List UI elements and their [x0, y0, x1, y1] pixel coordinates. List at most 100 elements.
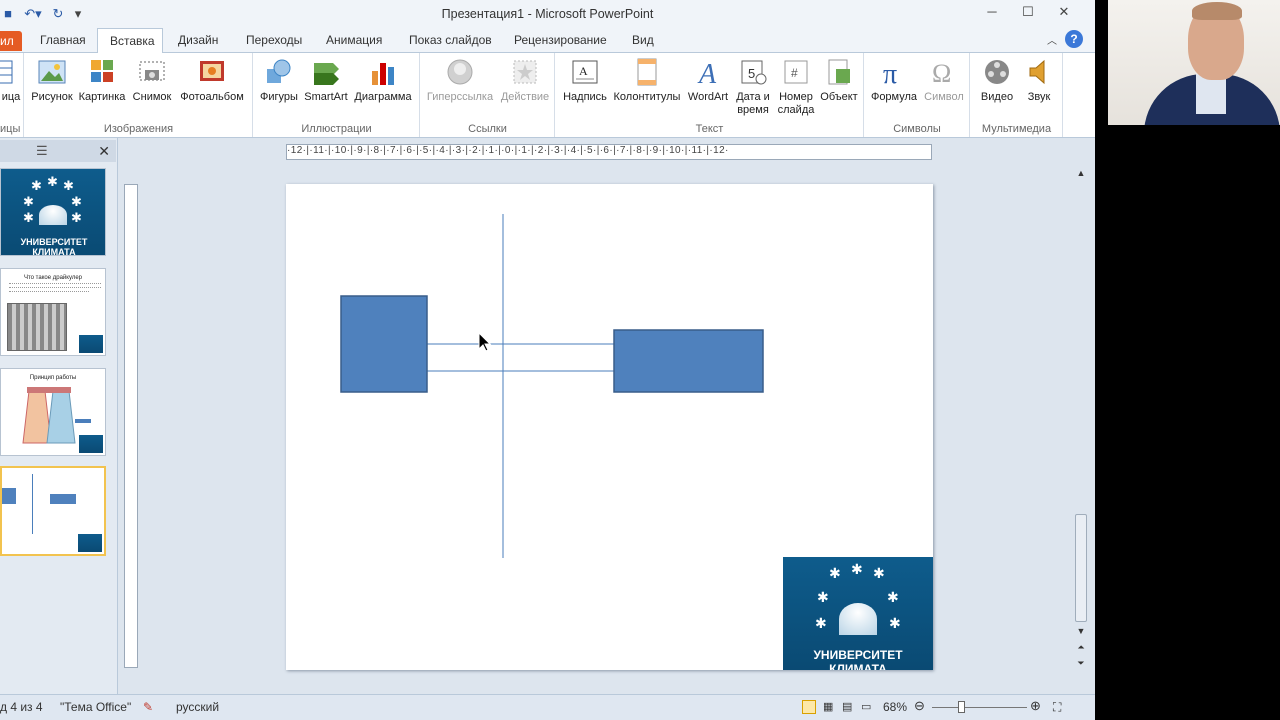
slide-thumbnail-1[interactable]: ✱ ✱ ✱ ✱ ✱ ✱ ✱ УНИВЕРСИТЕТ КЛИМАТА	[0, 168, 106, 256]
action-button[interactable]: Действие	[497, 57, 553, 104]
table-icon	[0, 60, 13, 84]
slide-thumbnail-2[interactable]: Что такое драйкулер	[0, 268, 106, 356]
previous-slide-icon[interactable]: ⏶	[1073, 642, 1089, 653]
pi-icon: π	[883, 59, 897, 87]
shapes-button[interactable]: Фигуры	[256, 57, 302, 104]
tab-transitions[interactable]: Переходы	[246, 33, 302, 47]
thumb-rect-right	[50, 494, 76, 504]
reading-view-icon[interactable]: ▤	[842, 700, 852, 713]
scrollbar-thumb[interactable]	[1075, 514, 1087, 622]
shapes-icon	[267, 59, 291, 83]
calendar-icon: 5	[741, 60, 767, 85]
svg-text:A: A	[579, 64, 588, 78]
vertical-scrollbar[interactable]: ▲ ▼ ⏶ ⏷	[1073, 168, 1089, 674]
window-title: Презентация1 - Microsoft PowerPoint	[441, 7, 654, 21]
svg-text:A: A	[697, 59, 717, 87]
tab-design[interactable]: Дизайн	[178, 33, 218, 47]
close-icon[interactable]: ✕	[1047, 4, 1081, 20]
symbol-button[interactable]: Ω Символ	[921, 57, 967, 104]
ribbon-insert: ица ицы Рисунок Картинка Снимок Фотоальб…	[0, 52, 1095, 138]
tab-home[interactable]: Главная	[40, 33, 86, 47]
window-controls: ─ ☐ ✕	[975, 4, 1081, 20]
normal-view-icon[interactable]	[802, 700, 816, 714]
zoom-slider-thumb[interactable]	[958, 701, 965, 713]
slideshow-view-icon[interactable]: ▭	[861, 700, 871, 713]
arrow-left-icon	[75, 419, 91, 423]
smartart-button[interactable]: SmartArt	[302, 57, 350, 104]
logo-small-image	[78, 534, 102, 552]
close-panel-icon[interactable]: ✕	[98, 143, 110, 160]
thumb-line	[32, 474, 33, 534]
tab-review[interactable]: Рецензирование	[514, 33, 607, 47]
object-icon	[828, 59, 850, 85]
next-slide-icon[interactable]: ⏷	[1073, 658, 1089, 669]
svg-text:Ω: Ω	[932, 59, 951, 87]
outline-tab-icon[interactable]: ☰	[36, 143, 48, 159]
status-bar: д 4 из 4 "Тема Office" ✎ русский ▦ ▤ ▭ 6…	[0, 694, 1095, 720]
video-button[interactable]: Видео	[973, 57, 1021, 104]
svg-text:5: 5	[748, 66, 755, 81]
film-reel-icon	[985, 60, 1009, 84]
clipart-button[interactable]: Картинка	[77, 57, 127, 104]
theme-name[interactable]: "Тема Office"	[60, 700, 131, 714]
slide-thumbnail-3[interactable]: Принцип работы	[0, 368, 106, 456]
spellcheck-icon[interactable]: ✎	[143, 700, 153, 714]
help-icon[interactable]: ?	[1065, 30, 1083, 48]
maximize-icon[interactable]: ☐	[1011, 4, 1045, 20]
group-symbols: π Формула Ω Символ Символы	[865, 53, 970, 137]
action-star-icon	[513, 60, 537, 84]
chart-button[interactable]: Диаграмма	[350, 57, 416, 104]
date-time-button[interactable]: 5 Дата и время	[732, 57, 774, 117]
minimize-icon[interactable]: ─	[975, 4, 1009, 20]
screenshot-button[interactable]: Снимок	[129, 57, 175, 104]
slide-thumbnail-4[interactable]	[0, 466, 106, 556]
zoom-in-icon[interactable]: ⊕	[1030, 698, 1041, 714]
scroll-down-icon[interactable]: ▼	[1073, 626, 1089, 636]
language[interactable]: русский	[176, 700, 219, 714]
mouse-cursor-icon	[478, 332, 492, 352]
zoom-out-icon[interactable]: ⊖	[914, 698, 925, 714]
scroll-up-icon[interactable]: ▲	[1073, 168, 1089, 178]
presenter-collar	[1196, 74, 1226, 114]
horizontal-ruler[interactable]: ·12·|·11·|·10·|·9·|·8·|·7·|·6·|·5·|·4·|·…	[286, 144, 932, 160]
equation-button[interactable]: π Формула	[869, 57, 919, 104]
tab-animation[interactable]: Анимация	[326, 33, 382, 47]
photo-album-button[interactable]: Фотоальбом	[177, 57, 247, 104]
slide-canvas[interactable]: ✱ ✱ ✱ ✱ ✱ ✱ ✱ УНИВЕРСИТЕТ КЛИМАТА	[286, 184, 933, 670]
table-button[interactable]: ица	[0, 57, 22, 104]
drycooler-image	[7, 303, 67, 351]
workspace: ☰ ✕ ✱ ✱ ✱ ✱ ✱ ✱ ✱ УНИВЕРСИТЕТ КЛИМАТА Что та…	[0, 138, 1095, 694]
tab-file[interactable]: ил	[0, 31, 22, 51]
tab-view[interactable]: Вид	[632, 33, 654, 47]
speaker-icon	[1029, 59, 1045, 85]
collapse-ribbon-icon[interactable]: ︿	[1047, 32, 1057, 47]
tab-insert[interactable]: Вставка	[97, 28, 163, 53]
principle-diagram	[22, 387, 76, 444]
object-button[interactable]: Объект	[816, 57, 862, 104]
hyperlink-button[interactable]: Гиперссылка	[423, 57, 497, 104]
picture-button[interactable]: Рисунок	[29, 57, 75, 104]
title-bar: ■ ↶▾ ↻ ▾ Презентация1 - Microsoft PowerP…	[0, 0, 1095, 28]
slide-number-button[interactable]: # Номер слайда	[774, 57, 818, 117]
tab-slideshow[interactable]: Показ слайдов	[409, 33, 492, 47]
presenter-hair	[1192, 2, 1242, 20]
slides-panel-header: ☰ ✕	[0, 140, 116, 162]
photo-album-icon	[200, 61, 224, 81]
picture-icon	[38, 60, 66, 84]
group-media: Видео Звук Мультимедиа	[971, 53, 1063, 137]
logo-small-image	[79, 435, 103, 453]
zoom-level[interactable]: 68%	[883, 700, 907, 714]
university-logo: ✱ ✱ ✱ ✱ ✱ ✱ ✱ УНИВЕРСИТЕТ КЛИМАТА	[783, 557, 933, 670]
ribbon-tabs: ил Главная Вставка Дизайн Переходы Анима…	[0, 28, 1095, 53]
fit-to-window-icon[interactable]: ⛶	[1053, 700, 1061, 715]
vertical-ruler[interactable]	[124, 184, 138, 668]
wordart-icon: A	[697, 59, 717, 87]
audio-button[interactable]: Звук	[1019, 57, 1059, 104]
wordart-button[interactable]: A WordArt	[684, 57, 732, 104]
slide-sorter-icon[interactable]: ▦	[823, 700, 833, 713]
header-footer-icon	[637, 58, 657, 86]
zoom-slider-track[interactable]	[932, 707, 1027, 708]
header-footer-button[interactable]: Колонтитулы	[612, 57, 682, 104]
textbox-button[interactable]: A Надпись	[560, 57, 610, 104]
svg-text:π: π	[883, 59, 897, 87]
